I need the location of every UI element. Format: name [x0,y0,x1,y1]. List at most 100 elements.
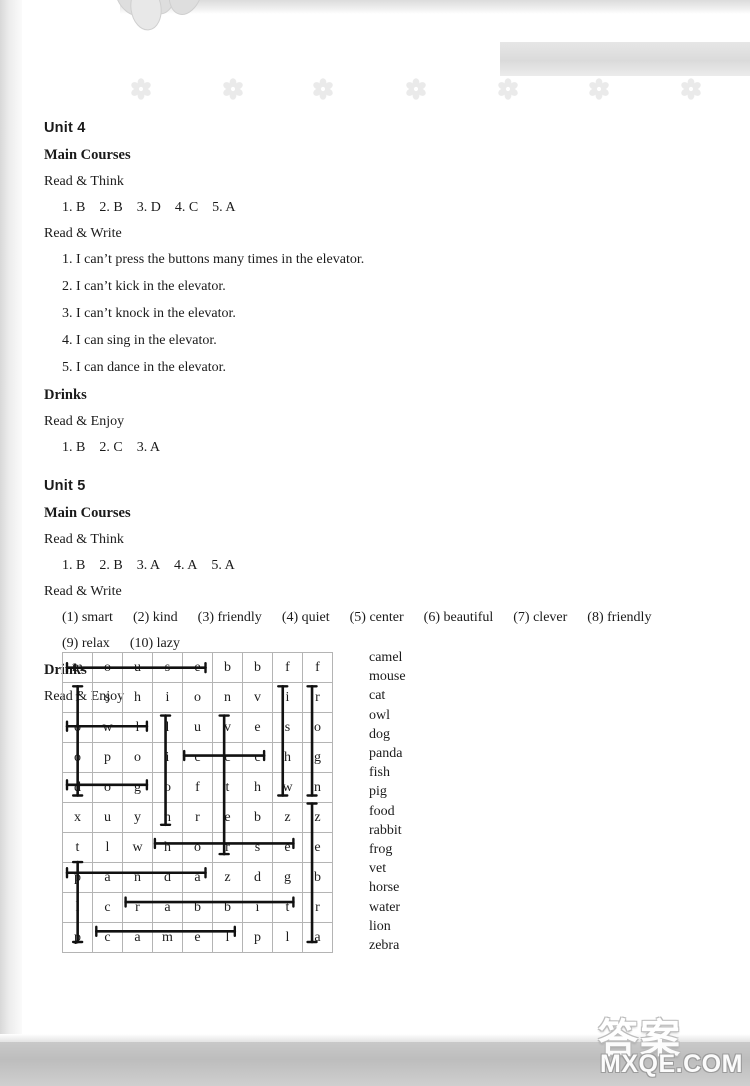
grid-cell[interactable]: i [242,892,273,923]
grid-cell[interactable]: u [182,712,213,743]
grid-cell[interactable]: r [122,892,153,923]
grid-cell[interactable]: r [212,832,243,863]
grid-cell[interactable]: o [92,772,123,803]
grid-cell[interactable]: v [242,682,273,713]
grid-cell[interactable]: p [62,862,93,893]
grid-cell[interactable]: f [272,652,303,683]
grid-cell[interactable]: l [152,712,183,743]
grid-cell[interactable]: l [272,922,303,953]
grid-cell[interactable]: l [92,832,123,863]
grid-cell[interactable]: s [272,712,303,743]
grid-cell[interactable]: c [242,742,273,773]
grid-cell[interactable]: n [302,772,333,803]
word-list-item: zebra [369,938,400,954]
grid-cell[interactable]: d [62,772,93,803]
grid-cell[interactable]: i [272,682,303,713]
grid-cell[interactable]: g [302,742,333,773]
grid-cell[interactable]: s [92,682,123,713]
grid-cell[interactable]: a [122,922,153,953]
grid-cell[interactable]: r [302,892,333,923]
grid-cell[interactable]: o [182,682,213,713]
grid-cell[interactable]: u [122,652,153,683]
grid-cell[interactable]: b [212,652,243,683]
grid-cell[interactable]: y [122,802,153,833]
grid-cell[interactable]: e [182,652,213,683]
grid-row: owlluveso [62,712,333,743]
grid-cell[interactable]: o [122,742,153,773]
grid-cell[interactable]: l [212,922,243,953]
grid-cell[interactable]: p [62,922,93,953]
grid-cell[interactable]: e [212,802,243,833]
grid-cell[interactable]: o [302,712,333,743]
grid-cell[interactable]: g [122,772,153,803]
grid-cell[interactable]: n [212,682,243,713]
grid-cell[interactable]: o [182,832,213,863]
grid-cell[interactable]: m [62,652,93,683]
grid-cell[interactable]: r [302,682,333,713]
grid-cell[interactable]: z [302,802,333,833]
grid-cell[interactable]: f [302,652,333,683]
watermark-url-text: MXQE.COM [600,1050,743,1078]
grid-cell[interactable]: p [242,922,273,953]
grid-cell[interactable]: m [152,922,183,953]
word-search-grid-container: mousebbfffshionvirowlluvesoopoiccchgdogo… [62,652,333,953]
grid-cell[interactable]: b [242,652,273,683]
grid-cell[interactable]: p [92,742,123,773]
grid-cell[interactable]: w [272,772,303,803]
grid-cell[interactable]: v [212,712,243,743]
grid-cell[interactable]: z [272,802,303,833]
grid-cell[interactable]: e [302,832,333,863]
grid-cell[interactable]: l [122,712,153,743]
grid-cell[interactable]: n [122,862,153,893]
grid-cell[interactable]: o [92,652,123,683]
grid-cell[interactable]: h [152,832,183,863]
grid-cell[interactable]: t [62,832,93,863]
grid-cell[interactable]: b [212,892,243,923]
grid-cell[interactable]: c [182,742,213,773]
grid-cell[interactable]: t [212,772,243,803]
grid-cell[interactable]: b [302,862,333,893]
grid-cell[interactable]: s [152,652,183,683]
grid-cell[interactable]: w [122,832,153,863]
grid-cell[interactable]: a [182,862,213,893]
grid-cell[interactable]: i [152,682,183,713]
word-list-item: rabbit [369,822,402,838]
answer-token: 5. A [212,200,236,215]
grid-cell[interactable]: a [302,922,333,953]
grid-cell[interactable]: w [92,712,123,743]
grid-cell[interactable]: a [152,892,183,923]
grid-cell[interactable]: o [62,742,93,773]
grid-cell[interactable]: l [62,892,93,923]
grid-cell[interactable]: s [242,832,273,863]
grid-cell[interactable]: c [92,892,123,923]
grid-cell[interactable]: x [62,802,93,833]
grid-cell[interactable]: t [272,892,303,923]
grid-cell[interactable]: h [122,682,153,713]
grid-cell[interactable]: h [242,772,273,803]
grid-cell[interactable]: e [272,832,303,863]
grid-cell[interactable]: n [152,802,183,833]
grid-cell[interactable]: i [152,742,183,773]
grid-cell[interactable]: d [242,862,273,893]
answer-token: 4. A [174,558,198,573]
grid-cell[interactable]: c [212,742,243,773]
grid-cell[interactable]: r [182,802,213,833]
grid-cell[interactable]: h [272,742,303,773]
grid-cell[interactable]: a [92,862,123,893]
flower-icon [222,78,244,100]
grid-cell[interactable]: d [152,862,183,893]
grid-cell[interactable]: e [182,922,213,953]
grid-cell[interactable]: g [272,862,303,893]
grid-cell[interactable]: z [212,862,243,893]
grid-cell[interactable]: o [62,712,93,743]
grid-cell[interactable]: o [152,772,183,803]
grid-cell[interactable]: u [92,802,123,833]
answer-token: (1) smart [62,610,113,625]
grid-cell[interactable]: b [242,802,273,833]
scan-top-smudge [120,0,750,14]
grid-cell[interactable]: c [92,922,123,953]
grid-cell[interactable]: f [182,772,213,803]
grid-cell[interactable]: e [242,712,273,743]
grid-cell[interactable]: f [62,682,93,713]
grid-cell[interactable]: b [182,892,213,923]
